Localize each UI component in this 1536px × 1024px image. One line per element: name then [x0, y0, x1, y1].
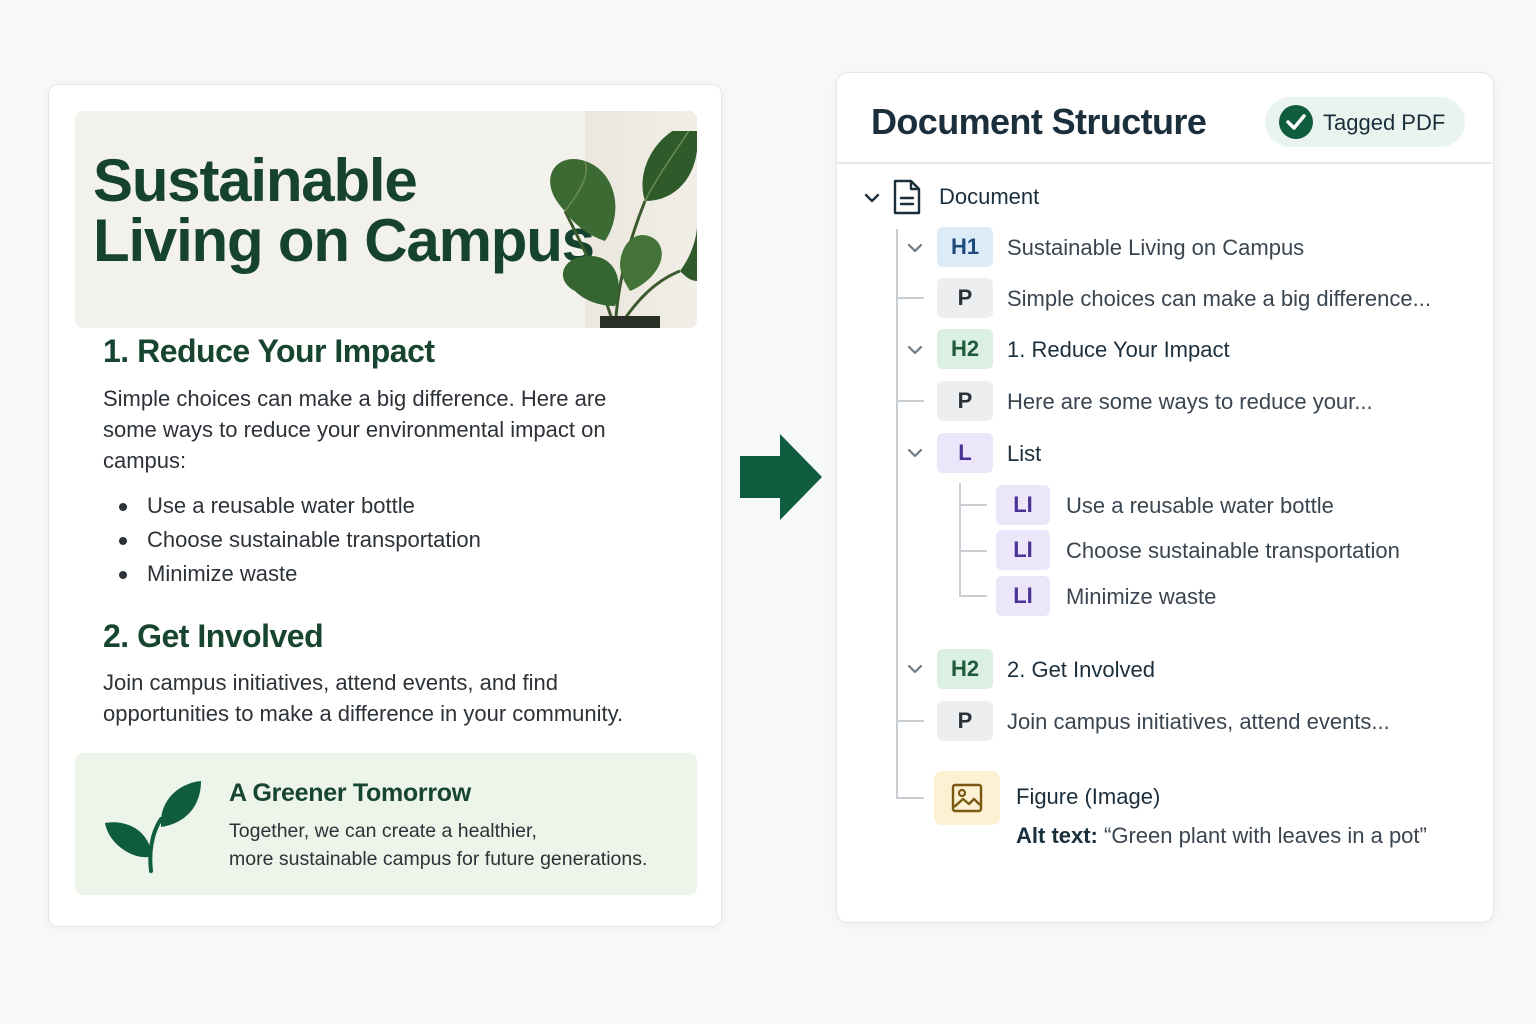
tree-node-label[interactable]: List — [1007, 441, 1041, 467]
plant-illustration — [550, 131, 697, 328]
tag-badge-h1: H1 — [937, 227, 993, 267]
document-icon — [893, 179, 921, 215]
chevron-down-icon[interactable] — [906, 660, 924, 678]
figure-label[interactable]: Figure (Image) — [1016, 784, 1160, 810]
alt-text-line: Alt text: “Green plant with leaves in a … — [1016, 823, 1427, 849]
tree-root-label[interactable]: Document — [939, 184, 1039, 210]
tree-connector — [959, 483, 961, 596]
section2-heading: 2. Get Involved — [103, 618, 324, 654]
tree-branch — [896, 297, 924, 299]
chevron-down-icon[interactable] — [863, 189, 881, 207]
arrow-right-icon — [740, 434, 822, 520]
tree-node-label[interactable]: Use a reusable water bottle — [1066, 493, 1334, 519]
hero-title-line1: Sustainable — [93, 147, 418, 214]
tagged-pdf-badge: Tagged PDF — [1265, 97, 1465, 147]
callout-line: Together, we can create a healthier, — [229, 820, 537, 842]
list-item: Choose sustainable transportation — [119, 523, 481, 557]
tree-branch — [959, 550, 987, 552]
tag-badge-l: L — [937, 433, 993, 473]
tree-node-label[interactable]: Here are some ways to reduce your... — [1007, 389, 1373, 415]
bullet-list: Use a reusable water bottle Choose susta… — [119, 489, 481, 591]
section1-heading: 1. Reduce Your Impact — [103, 333, 435, 369]
tree-node-label[interactable]: 2. Get Involved — [1007, 657, 1155, 683]
tagged-pdf-label: Tagged PDF — [1323, 110, 1446, 135]
callout-text: Together, we can create a healthier, mor… — [229, 817, 679, 873]
list-item: Minimize waste — [119, 557, 481, 591]
tag-badge-p: P — [937, 701, 993, 741]
chevron-down-icon[interactable] — [906, 444, 924, 462]
tag-badge-p: P — [937, 381, 993, 421]
tag-badge-li: LI — [996, 485, 1050, 525]
callout-line: more sustainable campus for future gener… — [229, 848, 648, 870]
tree-branch — [896, 797, 924, 799]
tree-branch — [896, 720, 924, 722]
tree-node-label[interactable]: Choose sustainable transportation — [1066, 538, 1400, 564]
tag-badge-p: P — [937, 278, 993, 318]
tree-node-label[interactable]: 1. Reduce Your Impact — [1007, 337, 1230, 363]
tree-node-label[interactable]: Minimize waste — [1066, 584, 1216, 610]
list-item: Use a reusable water bottle — [119, 489, 481, 523]
tree-branch — [959, 595, 987, 597]
tag-badge-h2: H2 — [937, 329, 993, 369]
leaf-icon — [105, 781, 201, 873]
panel-divider — [837, 162, 1492, 164]
callout-title: A Greener Tomorrow — [229, 779, 471, 807]
image-icon — [951, 783, 983, 813]
panel-title: Document Structure — [871, 101, 1207, 142]
tree-node-label[interactable]: Sustainable Living on Campus — [1007, 235, 1304, 261]
tree-node-label[interactable]: Join campus initiatives, attend events..… — [1007, 709, 1390, 735]
tag-badge-li: LI — [996, 530, 1050, 570]
callout-box: A Greener Tomorrow Together, we can crea… — [75, 753, 697, 895]
chevron-down-icon[interactable] — [906, 341, 924, 359]
structure-panel: Document Structure Tagged PDF Document H… — [836, 72, 1494, 923]
alt-text-label: Alt text: — [1016, 823, 1098, 848]
section1-paragraph: Simple choices can make a big difference… — [103, 386, 607, 473]
alt-text-value: “Green plant with leaves in a pot” — [1104, 823, 1427, 848]
tag-badge-li: LI — [996, 576, 1050, 616]
document-preview: Sustainable Living on Campus 1. Reduce Y… — [48, 84, 722, 927]
tree-branch — [896, 400, 924, 402]
chevron-down-icon[interactable] — [906, 239, 924, 257]
tree-node-label[interactable]: Simple choices can make a big difference… — [1007, 286, 1431, 312]
section2-paragraph: Join campus initiatives, attend events, … — [103, 670, 624, 726]
hero-title-line2: Living on Campus — [93, 207, 595, 274]
tag-badge-h2: H2 — [937, 649, 993, 689]
figure-badge — [934, 771, 1000, 825]
tree-branch — [959, 504, 987, 506]
check-icon — [1279, 105, 1313, 139]
hero-title: Sustainable Living on Campus — [93, 147, 595, 274]
tree-connector — [896, 229, 898, 798]
hero-banner: Sustainable Living on Campus — [75, 111, 697, 328]
